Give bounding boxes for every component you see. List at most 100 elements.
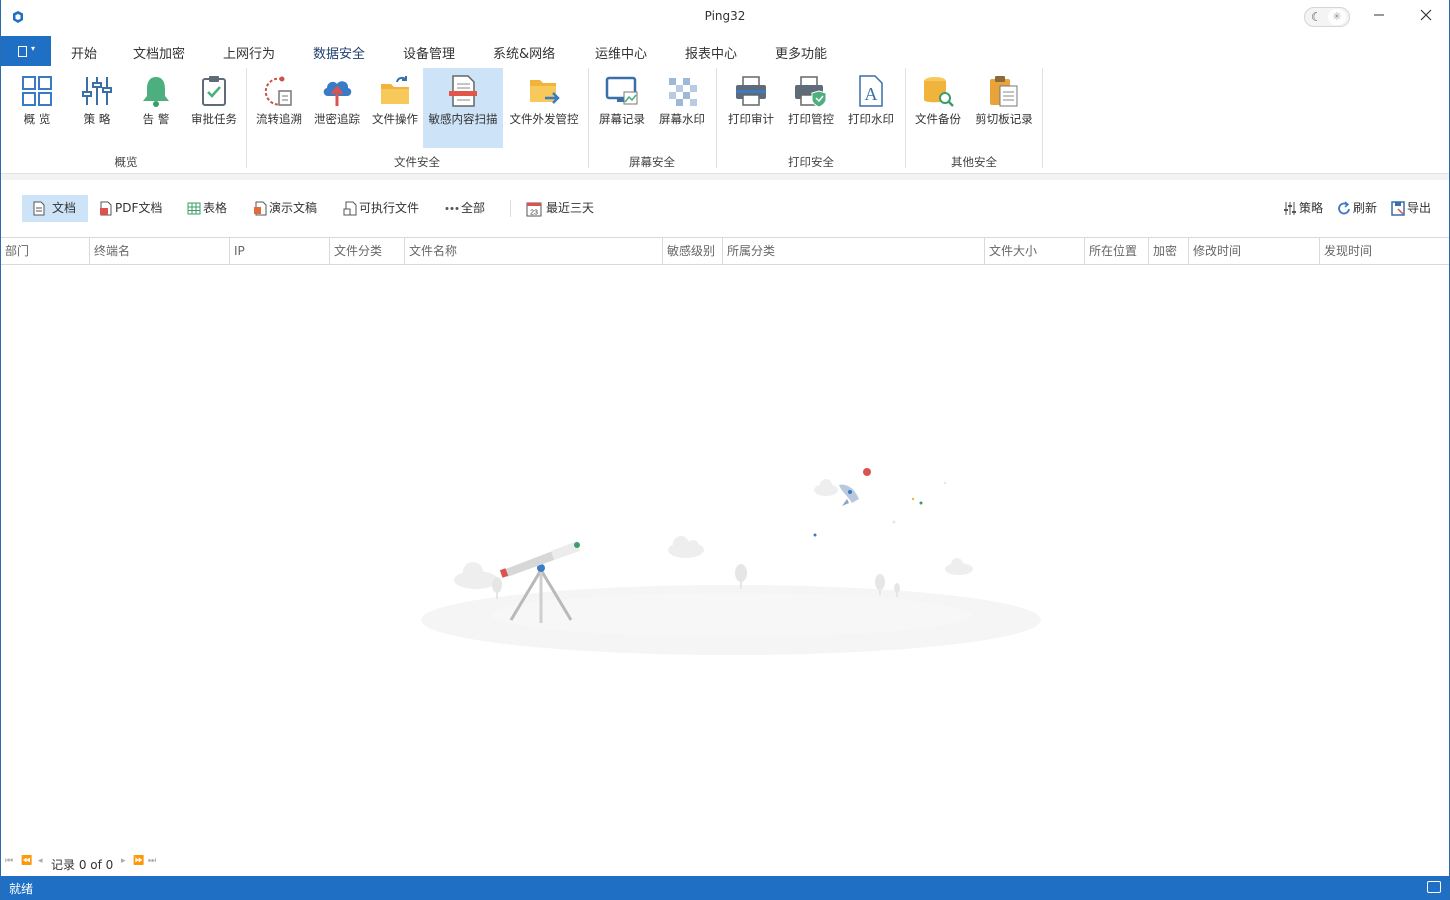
column-header-terminal[interactable]: 终端名 (89, 238, 229, 264)
column-header-file-category[interactable]: 文件分类 (329, 238, 404, 264)
ribbon-file-operation-button[interactable]: 文件操作 (367, 68, 423, 148)
approval-clipboard-icon (202, 76, 226, 106)
column-header-discovered-time[interactable]: 发现时间 (1319, 238, 1449, 264)
moon-icon: ☾ (1311, 10, 1322, 24)
column-header-modified-time[interactable]: 修改时间 (1188, 238, 1319, 264)
tab-ops-center[interactable]: 运维中心 (595, 43, 647, 62)
cloud-icon (454, 479, 973, 589)
next-page-group-icon[interactable]: ⏩ (133, 856, 144, 866)
ribbon-print-watermark-button[interactable]: A 打印水印 (841, 68, 901, 148)
last-page-icon[interactable]: ⏭ (148, 856, 156, 866)
file-operation-folder-icon (381, 76, 409, 104)
column-header-file-name[interactable]: 文件名称 (404, 238, 662, 264)
column-header-sensitivity[interactable]: 敏感级别 (662, 238, 722, 264)
table-header: 部门 终端名 IP 文件分类 文件名称 敏感级别 所属分类 文件大小 所在位置 … (1, 238, 1449, 265)
clipboard-record-icon (990, 76, 1018, 107)
ribbon-separator (716, 68, 717, 168)
column-header-classification[interactable]: 所属分类 (722, 238, 984, 264)
filter-separator (510, 200, 511, 217)
column-header-location[interactable]: 所在位置 (1084, 238, 1148, 264)
ribbon-group-other-security-label: 其他安全 (951, 155, 997, 169)
filter-spreadsheet-label: 表格 (203, 201, 228, 215)
ribbon-alert-button[interactable]: 告 警 (129, 68, 183, 148)
svg-text:A: A (865, 84, 878, 104)
ribbon-policy-label: 策 略 (83, 112, 111, 126)
filter-spreadsheet-button[interactable]: 表格 (183, 195, 233, 222)
first-page-icon[interactable]: ⏮ (5, 856, 13, 866)
prev-page-icon[interactable]: ◂ (38, 856, 43, 866)
export-label: 导出 (1407, 201, 1432, 215)
file-menu-button[interactable]: ▾ (1, 36, 51, 66)
theme-toggle[interactable]: ☾ ✳ (1304, 7, 1350, 27)
export-button[interactable]: 导出 (1387, 195, 1437, 222)
outbound-folder-icon (530, 80, 560, 104)
tab-web-behavior[interactable]: 上网行为 (223, 43, 275, 62)
tab-system-network[interactable]: 系统&网络 (493, 43, 555, 62)
ribbon-print-control-button[interactable]: 打印管控 (781, 68, 841, 148)
policy-button[interactable]: 策略 (1279, 195, 1329, 222)
ribbon-print-audit-button[interactable]: 打印审计 (721, 68, 781, 148)
ribbon-leak-button[interactable]: 泄密追踪 (309, 68, 365, 148)
print-watermark-icon: A (859, 75, 883, 107)
column-header-encrypted[interactable]: 加密 (1148, 238, 1188, 264)
filter-executable-button[interactable]: 可执行文件 (339, 195, 425, 222)
filter-document-button[interactable]: 文档 (22, 195, 88, 222)
window-title: Ping32 (704, 9, 746, 23)
ribbon-file-backup-button[interactable]: 文件备份 (909, 68, 967, 148)
spreadsheet-icon (187, 202, 201, 215)
tab-doc-encryption[interactable]: 文档加密 (133, 43, 185, 62)
ribbon-outbound-label: 文件外发管控 (509, 112, 579, 126)
screen-record-icon (605, 76, 638, 105)
ribbon-overview-button[interactable]: 概 览 (9, 68, 65, 148)
tab-device-management[interactable]: 设备管理 (403, 43, 455, 62)
close-icon (1420, 9, 1432, 21)
file-backup-icon (924, 77, 954, 107)
overview-grid-icon (22, 76, 52, 106)
tab-data-security[interactable]: 数据安全 (313, 43, 366, 68)
trace-flow-icon (264, 76, 292, 106)
ribbon-separator (588, 68, 589, 168)
ribbon-policy-button[interactable]: 策 略 (69, 68, 125, 148)
svg-text:23: 23 (530, 210, 538, 217)
executable-icon (343, 201, 357, 216)
column-header-ip[interactable]: IP (229, 238, 329, 264)
date-range-label: 最近三天 (546, 201, 595, 215)
ribbon-sensitive-scan-button[interactable]: 敏感内容扫描 (423, 68, 503, 148)
export-icon (1391, 201, 1405, 216)
refresh-button[interactable]: 刷新 (1333, 195, 1383, 222)
filter-all-label: 全部 (461, 201, 486, 215)
ribbon: 概 览 策 略 告 警 审批任务 概览 流转追溯 泄密追踪 文件操作 敏感内容扫… (1, 66, 1449, 174)
ribbon-clipboard-record-button[interactable]: 剪切板记录 (969, 68, 1039, 148)
filter-presentation-button[interactable]: 演示文稿 (249, 195, 323, 222)
column-header-department[interactable]: 部门 (1, 238, 89, 264)
ribbon-trace-button[interactable]: 流转追溯 (251, 68, 307, 148)
ribbon-print-control-label: 打印管控 (788, 112, 834, 126)
file-menu-icon (18, 46, 27, 57)
title-bar: Ping32 ☾ ✳ (1, 0, 1449, 34)
more-dots-icon (445, 207, 459, 210)
close-button[interactable] (1414, 6, 1438, 28)
filter-pdf-button[interactable]: PDF文档 (95, 195, 168, 222)
next-page-icon[interactable]: ▸ (121, 856, 126, 866)
ribbon-outbound-button[interactable]: 文件外发管控 (505, 68, 583, 148)
status-panel-icon[interactable] (1427, 881, 1441, 893)
status-text: 就绪 (9, 882, 34, 896)
minimize-button[interactable] (1367, 6, 1391, 28)
ribbon-screen-record-button[interactable]: 屏幕记录 (593, 68, 651, 148)
date-range-button[interactable]: 23 最近三天 (522, 195, 600, 222)
filter-pdf-label: PDF文档 (115, 201, 163, 215)
alert-bell-icon (143, 77, 169, 107)
ribbon-screen-watermark-button[interactable]: 屏幕水印 (653, 68, 711, 148)
dropdown-arrow-icon: ▾ (31, 44, 36, 53)
ribbon-alert-label: 告 警 (142, 112, 170, 126)
menu-bar: ▾ 开始 文档加密 上网行为 数据安全 设备管理 系统&网络 运维中心 报表中心… (1, 36, 1449, 68)
tab-more-features[interactable]: 更多功能 (775, 43, 827, 62)
tab-start[interactable]: 开始 (71, 43, 97, 62)
tab-report-center[interactable]: 报表中心 (685, 43, 737, 62)
presentation-icon (254, 201, 267, 216)
ribbon-group-overview-label: 概览 (114, 155, 138, 169)
filter-all-button[interactable]: 全部 (441, 195, 491, 222)
column-header-file-size[interactable]: 文件大小 (984, 238, 1084, 264)
ribbon-approval-button[interactable]: 审批任务 (185, 68, 243, 148)
prev-page-group-icon[interactable]: ⏪ (21, 856, 32, 866)
